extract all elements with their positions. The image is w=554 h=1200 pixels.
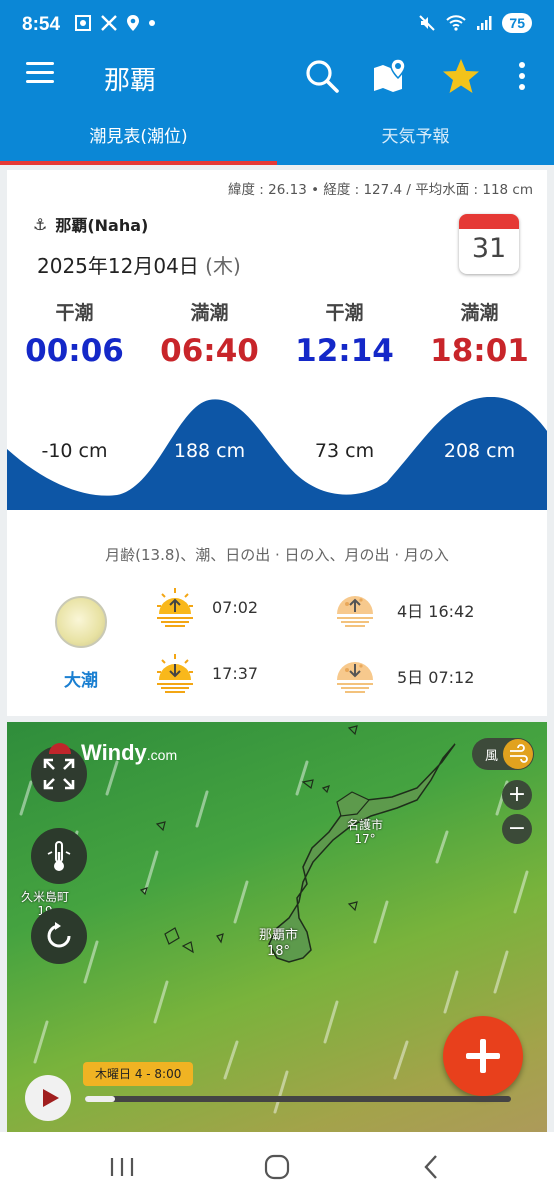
wind-icon: [503, 739, 533, 769]
moonset-time: 5日 07:12: [397, 668, 475, 687]
app-bar: 那覇: [0, 52, 554, 104]
moonrise-time: 4日 16:42: [397, 602, 475, 621]
astro-title: 月齢(13.8)、潮、日の出 · 日の入、月の出 · 月の入: [105, 546, 449, 564]
town-nago: 名護市 17°: [347, 818, 383, 846]
sunset-icon: [157, 654, 193, 693]
expand-icon: [43, 758, 75, 790]
home-icon[interactable]: [257, 1152, 297, 1182]
tide-event-time: 18:01: [430, 333, 529, 369]
calendar-icon[interactable]: 31: [459, 214, 519, 274]
mute-icon: [419, 15, 436, 31]
anchor-icon: ⚓: [33, 214, 48, 234]
tide-event-label: 干潮: [55, 302, 94, 324]
play-button[interactable]: [25, 1075, 71, 1121]
tide-card: 緯度 : 26.13 • 経度 : 127.4 / 平均水面 : 118 cm …: [7, 170, 547, 513]
wifi-icon: [446, 15, 467, 31]
tide-level-3: 73 cm: [314, 440, 375, 462]
tab-tide-table[interactable]: 潮見表(潮位): [0, 112, 277, 165]
moon-phase-icon: [55, 596, 107, 648]
x-app-icon: [101, 15, 117, 31]
tide-event-label: 干潮: [325, 302, 364, 324]
tab-bar: 潮見表(潮位) 天気予報: [0, 112, 554, 165]
tide-date: 2025年12月04日 (木): [37, 250, 241, 279]
tide-level-2: 188 cm: [173, 440, 246, 462]
town-name: 久米島町: [21, 890, 70, 904]
weekday-text: (木): [205, 254, 241, 278]
status-right-icons: 75: [418, 13, 532, 33]
tab-tide-table-label: 潮見表(潮位): [89, 127, 188, 147]
town-name: 那覇市: [259, 928, 299, 943]
tide-type-label: 大潮: [64, 671, 98, 691]
tide-level-1: -10 cm: [41, 440, 108, 462]
town-temp: 17°: [354, 832, 376, 846]
temperature-layer-button[interactable]: [31, 828, 87, 884]
date-text: 2025年12月04日: [37, 254, 199, 278]
tide-event-label: 満潮: [460, 302, 499, 324]
sunrise-icon: [157, 588, 193, 627]
tide-level-4: 208 cm: [443, 440, 516, 462]
menu-icon[interactable]: [26, 62, 54, 84]
windy-logo-text: Windy: [81, 740, 147, 765]
tide-event-3: 干潮 12:14: [277, 298, 412, 369]
zoom-out-button[interactable]: −: [502, 814, 532, 844]
battery-badge: 75: [502, 13, 532, 33]
tab-weather-forecast-label: 天気予報: [381, 127, 450, 147]
add-fab-button[interactable]: [443, 1016, 523, 1096]
tide-event-label: 満潮: [190, 302, 229, 324]
map-pin-icon[interactable]: [371, 56, 411, 96]
screenshot-icon: [75, 15, 91, 31]
tide-event-4: 満潮 18:01: [412, 298, 547, 369]
reload-button[interactable]: [31, 908, 87, 964]
recent-apps-icon[interactable]: [102, 1152, 142, 1182]
search-icon[interactable]: [302, 56, 342, 96]
timeline-progress: [85, 1096, 115, 1102]
back-icon[interactable]: [412, 1152, 452, 1182]
station-name: ⚓ 那覇(Naha): [33, 212, 148, 236]
notification-dot-icon: [149, 20, 155, 26]
astro-card: 月齢(13.8)、潮、日の出 · 日の入、月の出 · 月の入 大潮 07:02 …: [7, 510, 547, 716]
windy-logo: Windy.com: [81, 740, 177, 766]
wind-layer-toggle[interactable]: 風: [472, 738, 534, 770]
location-icon: [127, 15, 139, 31]
tab-weather-forecast[interactable]: 天気予報: [277, 112, 554, 165]
thermometer-icon: [47, 841, 71, 871]
wind-label: 風: [485, 749, 499, 764]
coordinates-text: 緯度 : 26.13 • 経度 : 127.4 / 平均水面 : 118 cm: [228, 182, 533, 198]
fullscreen-button[interactable]: [31, 746, 87, 802]
sunrise-time: 07:02: [212, 598, 259, 617]
timeline-slider[interactable]: [85, 1096, 511, 1102]
tide-event-time: 12:14: [295, 333, 394, 369]
tide-event-2: 満潮 06:40: [142, 298, 277, 369]
status-time: 8:54: [22, 14, 61, 35]
windy-logo-suffix: .com: [146, 747, 178, 763]
town-naha: 那覇市 18°: [259, 928, 298, 960]
app-header: 8:54 75 那覇 潮見表(潮位) 天気予報: [0, 0, 554, 165]
windy-radar-icon: [49, 743, 71, 754]
calendar-day: 31: [471, 233, 507, 264]
moonset-icon: [337, 662, 373, 693]
status-left-icons: [74, 14, 156, 32]
tide-event-1: 干潮 00:06: [7, 298, 142, 369]
town-temp: 18°: [266, 944, 291, 959]
town-name: 名護市: [347, 818, 384, 832]
timeline-time-label: 木曜日 4 - 8:00: [83, 1062, 194, 1086]
station-label: 那覇(Naha): [55, 216, 149, 235]
status-bar: 8:54 75: [0, 0, 554, 52]
system-nav-bar: [0, 1132, 554, 1200]
reload-icon: [47, 922, 71, 948]
tide-event-time: 06:40: [160, 333, 259, 369]
zoom-in-button[interactable]: +: [502, 780, 532, 810]
moonrise-icon: [337, 596, 373, 627]
tide-event-time: 00:06: [25, 333, 124, 369]
more-options-icon[interactable]: [502, 56, 542, 96]
sunset-time: 17:37: [212, 664, 259, 683]
app-title: 那覇: [104, 66, 157, 96]
signal-icon: [477, 16, 492, 30]
favorite-star-icon[interactable]: [441, 56, 481, 96]
windy-map[interactable]: Windy.com 久米島町19 名護市17° 那覇市18° 風 + − 木曜日…: [7, 722, 547, 1132]
